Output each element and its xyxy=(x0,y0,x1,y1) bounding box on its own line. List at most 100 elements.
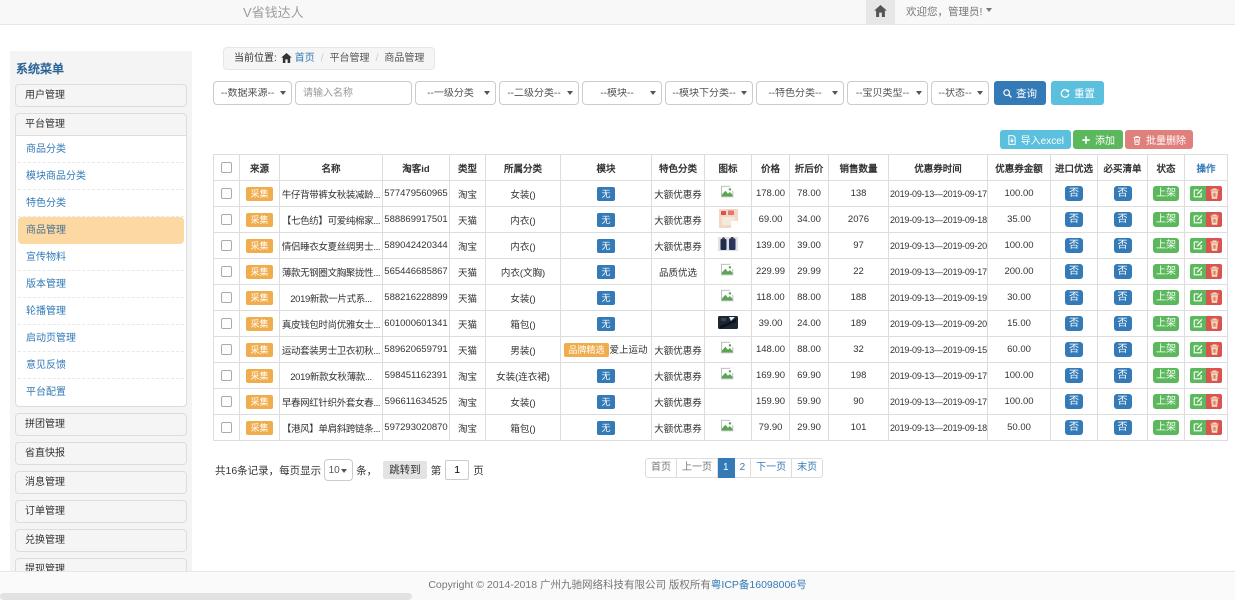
edit-button[interactable] xyxy=(1190,342,1206,357)
cell-type: 天猫 xyxy=(450,337,486,363)
delete-button[interactable] xyxy=(1206,420,1222,435)
page-button-首页[interactable]: 首页 xyxy=(645,458,677,478)
reset-button[interactable]: 重置 xyxy=(1051,81,1104,105)
cell-icon xyxy=(705,285,752,311)
select-all-checkbox[interactable] xyxy=(221,162,232,173)
filter-select-宝贝类型[interactable]: --宝贝类型-- xyxy=(847,81,928,105)
status-badge: 上架 xyxy=(1153,238,1179,253)
edit-button[interactable] xyxy=(1190,394,1206,409)
cell-sales: 189 xyxy=(829,311,889,337)
cell-checkbox xyxy=(214,363,240,389)
horizontal-scrollbar-thumb[interactable] xyxy=(0,593,412,600)
sidebar-item-模块商品分类[interactable]: 模块商品分类 xyxy=(18,163,184,190)
filter-select-特色分类[interactable]: --特色分类-- xyxy=(756,81,844,105)
name-search-input[interactable] xyxy=(295,81,412,105)
row-checkbox[interactable] xyxy=(221,266,232,277)
user-menu[interactable]: 欢迎您，管理员! xyxy=(906,0,992,25)
col-header-状态: 状态 xyxy=(1148,155,1185,181)
mustbuy-flag-badge: 否 xyxy=(1114,186,1132,201)
filter-select-模块下分类[interactable]: --模块下分类-- xyxy=(665,81,753,105)
cell-mustbuy-flag: 否 xyxy=(1098,181,1148,207)
edit-button[interactable] xyxy=(1190,264,1206,279)
import-excel-button[interactable]: 导入excel xyxy=(1000,130,1071,149)
edit-button[interactable] xyxy=(1190,368,1206,383)
cell-source: 采集 xyxy=(240,311,280,337)
data-source-select[interactable]: --数据来源-- xyxy=(213,81,292,105)
delete-button[interactable] xyxy=(1206,342,1222,357)
filter-select-模块[interactable]: --模块-- xyxy=(582,81,662,105)
batch-delete-button[interactable]: 批量删除 xyxy=(1125,130,1193,149)
cell-import-flag: 否 xyxy=(1051,415,1098,441)
sidebar-panel-bottom-2-heading[interactable]: 消息管理 xyxy=(16,472,186,493)
row-checkbox[interactable] xyxy=(221,214,232,225)
search-button[interactable]: 查询 xyxy=(994,81,1046,105)
sidebar-item-版本管理[interactable]: 版本管理 xyxy=(18,271,184,298)
sidebar-item-平台配置[interactable]: 平台配置 xyxy=(18,379,184,406)
delete-button[interactable] xyxy=(1206,186,1222,201)
edit-button[interactable] xyxy=(1190,186,1206,201)
page-size-select[interactable]: 10 xyxy=(324,459,353,481)
delete-button[interactable] xyxy=(1206,212,1222,227)
row-checkbox[interactable] xyxy=(221,370,232,381)
row-checkbox[interactable] xyxy=(221,240,232,251)
cell-icon xyxy=(705,181,752,207)
row-checkbox[interactable] xyxy=(221,188,232,199)
page-button-上一页[interactable]: 上一页 xyxy=(677,458,718,478)
sidebar-item-轮播管理[interactable]: 轮播管理 xyxy=(18,298,184,325)
page-number-input[interactable] xyxy=(445,460,469,480)
cell-source: 采集 xyxy=(240,415,280,441)
edit-button[interactable] xyxy=(1190,238,1206,253)
cell-type: 淘宝 xyxy=(450,389,486,415)
delete-button[interactable] xyxy=(1206,368,1222,383)
sidebar-panel-platform-heading[interactable]: 平台管理 xyxy=(16,114,186,135)
cell-price: 178.00 xyxy=(752,181,790,207)
filter-select-状态[interactable]: --状态-- xyxy=(931,81,989,105)
add-button[interactable]: 添加 xyxy=(1073,130,1123,149)
delete-button[interactable] xyxy=(1206,316,1222,331)
filter-select-一级分类[interactable]: --一级分类 xyxy=(415,81,496,105)
sidebar-panel-bottom-4-heading[interactable]: 兑换管理 xyxy=(16,530,186,551)
sidebar-item-商品分类[interactable]: 商品分类 xyxy=(18,136,184,163)
sidebar-panel-bottom-0-heading[interactable]: 拼团管理 xyxy=(16,414,186,435)
sidebar-item-特色分类[interactable]: 特色分类 xyxy=(18,190,184,217)
icp-link[interactable]: 粤ICP备16098006号 xyxy=(711,579,807,591)
cell-operations xyxy=(1185,207,1228,233)
page-button-下一页[interactable]: 下一页 xyxy=(751,458,792,478)
cell-module: 无 xyxy=(561,415,652,441)
sidebar-item-宣传物料[interactable]: 宣传物料 xyxy=(18,244,184,271)
page-button-末页[interactable]: 末页 xyxy=(792,458,823,478)
col-header-进口优选: 进口优选 xyxy=(1051,155,1098,181)
row-checkbox[interactable] xyxy=(221,422,232,433)
jump-button[interactable]: 跳转到 xyxy=(383,461,427,479)
sidebar-item-意见反馈[interactable]: 意见反馈 xyxy=(18,352,184,379)
edit-button[interactable] xyxy=(1190,290,1206,305)
source-badge: 采集 xyxy=(246,395,272,409)
cell-import-flag: 否 xyxy=(1051,389,1098,415)
page-button-1[interactable]: 1 xyxy=(718,458,735,478)
page-button-2[interactable]: 2 xyxy=(735,458,752,478)
sidebar-panel-bottom-1-heading[interactable]: 省直快报 xyxy=(16,443,186,464)
col-header-来源: 来源 xyxy=(240,155,280,181)
cell-module: 无 xyxy=(561,285,652,311)
delete-button[interactable] xyxy=(1206,264,1222,279)
cell-taoke-id: 596611634525 xyxy=(383,389,450,415)
sidebar-item-启动页管理[interactable]: 启动页管理 xyxy=(18,325,184,352)
sidebar-panel-bottom-3-heading[interactable]: 订单管理 xyxy=(16,501,186,522)
home-nav-button[interactable] xyxy=(866,0,895,25)
edit-button[interactable] xyxy=(1190,212,1206,227)
row-checkbox[interactable] xyxy=(221,344,232,355)
edit-button[interactable] xyxy=(1190,420,1206,435)
breadcrumb-home-link[interactable]: 首页 xyxy=(295,53,315,64)
sidebar-panel-top-0-heading[interactable]: 用户管理 xyxy=(16,85,186,106)
row-checkbox[interactable] xyxy=(221,396,232,407)
row-checkbox[interactable] xyxy=(221,318,232,329)
filter-select-二级分类[interactable]: --二级分类-- xyxy=(499,81,579,105)
delete-button[interactable] xyxy=(1206,238,1222,253)
row-checkbox[interactable] xyxy=(221,292,232,303)
delete-button[interactable] xyxy=(1206,290,1222,305)
cell-operations xyxy=(1185,337,1228,363)
edit-button[interactable] xyxy=(1190,316,1206,331)
cell-operations xyxy=(1185,311,1228,337)
sidebar-item-商品管理[interactable]: 商品管理 xyxy=(18,217,184,244)
delete-button[interactable] xyxy=(1206,394,1222,409)
